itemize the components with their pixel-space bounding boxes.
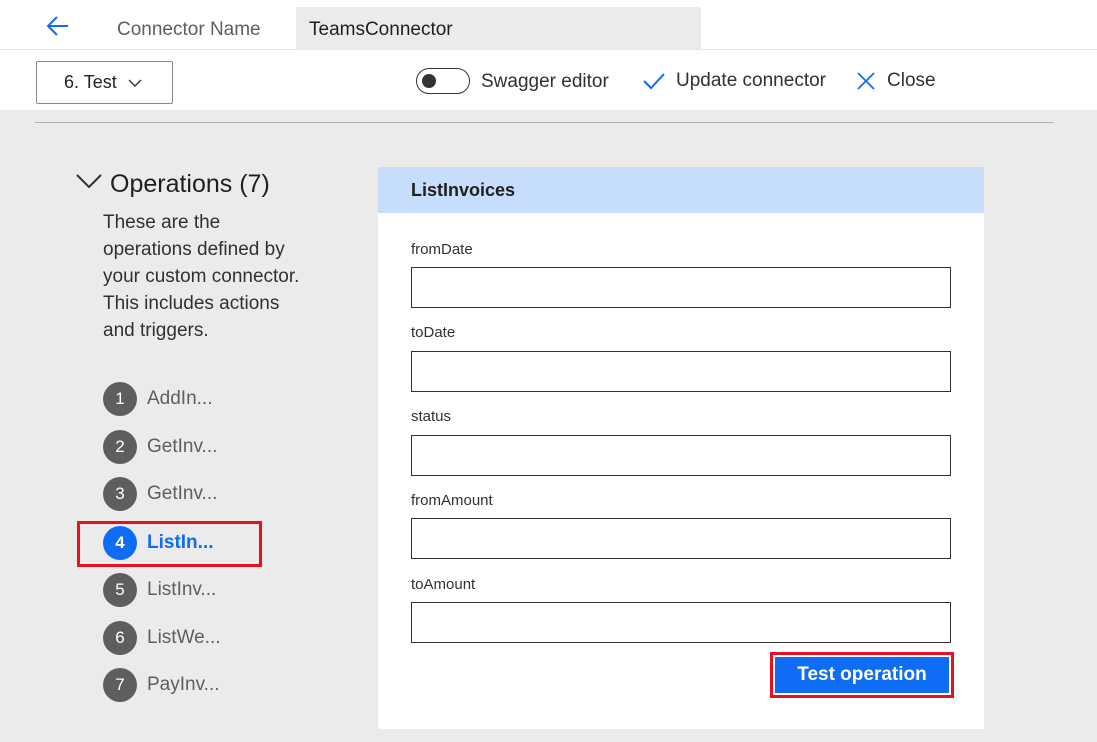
- operation-number: 5: [103, 573, 137, 607]
- selected-operation-highlight: [77, 521, 262, 567]
- operation-label: GetInv...: [147, 436, 218, 457]
- swagger-editor-toggle[interactable]: [416, 68, 470, 94]
- top-bar: Connector Name TeamsConnector: [0, 0, 1097, 50]
- test-operation-label: Test operation: [775, 657, 949, 693]
- operation-number: 1: [103, 382, 137, 416]
- operations-title: Operations (7): [110, 170, 270, 198]
- operation-test-card: ListInvoices fromDate toDate status from…: [378, 167, 984, 729]
- operation-number: 2: [103, 430, 137, 464]
- operation-number: 3: [103, 477, 137, 511]
- test-operation-button[interactable]: Test operation: [770, 652, 954, 698]
- main-area: Operations (7) These are the operations …: [0, 110, 1097, 742]
- toggle-knob: [422, 74, 436, 88]
- update-connector-button[interactable]: Update connector: [642, 67, 826, 95]
- close-button[interactable]: Close: [855, 67, 936, 95]
- checkmark-icon: [643, 73, 665, 90]
- operations-description: These are the operations defined by your…: [103, 212, 300, 341]
- operation-item-7[interactable]: 7 PayInv...: [103, 668, 220, 702]
- collapse-chevron-icon[interactable]: [76, 170, 102, 192]
- operation-label: AddIn...: [147, 388, 213, 409]
- operation-item-1[interactable]: 1 AddIn...: [103, 382, 213, 416]
- operation-label: GetInv...: [147, 483, 218, 504]
- todate-input[interactable]: [411, 351, 951, 392]
- fromamount-input[interactable]: [411, 518, 951, 559]
- field-label-todate: toDate: [411, 324, 456, 341]
- field-label-fromdate: fromDate: [411, 241, 473, 258]
- operation-label: ListWe...: [147, 627, 221, 648]
- swagger-editor-label: Swagger editor: [481, 71, 609, 92]
- toolbar: 6. Test Swagger editor Update connector …: [0, 51, 1097, 110]
- fromdate-input[interactable]: [411, 267, 951, 308]
- chevron-down-icon: [128, 79, 142, 87]
- field-label-status: status: [411, 408, 452, 425]
- operation-label: PayInv...: [147, 674, 220, 695]
- divider: [35, 122, 1054, 123]
- operation-item-3[interactable]: 3 GetInv...: [103, 477, 217, 511]
- toamount-input[interactable]: [411, 602, 951, 643]
- operation-number: 6: [103, 621, 137, 655]
- field-label-fromamount: fromAmount: [411, 492, 493, 509]
- close-icon: [857, 72, 875, 90]
- operation-number: 7: [103, 668, 137, 702]
- operation-item-5[interactable]: 5 ListInv...: [103, 573, 216, 607]
- operation-label: ListInv...: [147, 579, 217, 600]
- connector-name-label: Connector Name: [117, 19, 261, 40]
- step-dropdown[interactable]: 6. Test: [36, 61, 173, 104]
- status-input[interactable]: [411, 435, 951, 476]
- card-title: ListInvoices: [378, 167, 984, 213]
- operation-item-2[interactable]: 2 GetInv...: [103, 430, 217, 464]
- field-label-toamount: toAmount: [411, 576, 476, 593]
- connector-name-field[interactable]: TeamsConnector: [296, 7, 701, 50]
- close-label: Close: [887, 70, 936, 91]
- update-connector-label: Update connector: [676, 70, 826, 91]
- step-dropdown-label: 6. Test: [64, 72, 117, 92]
- operation-item-6[interactable]: 6 ListWe...: [103, 621, 221, 655]
- back-arrow-icon[interactable]: [44, 12, 72, 40]
